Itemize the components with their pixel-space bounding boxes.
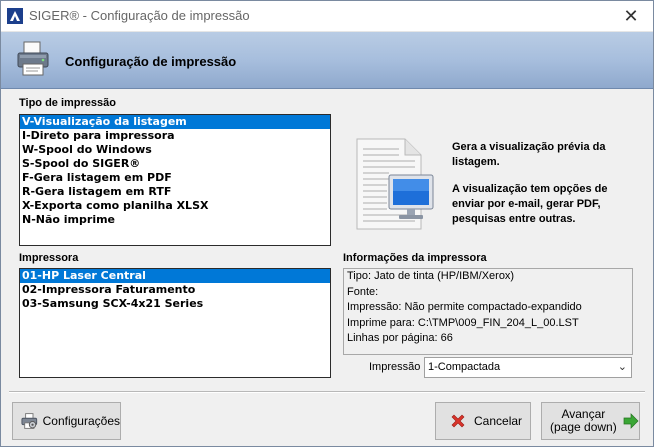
list-item[interactable]: 02-Impressora Faturamento: [20, 283, 330, 297]
impressao-label: Impressão: [369, 361, 421, 373]
description-line: pesquisas entre outras.: [452, 213, 576, 225]
list-item[interactable]: 01-HP Laser Central: [20, 269, 330, 283]
printer-info-line: Fonte:: [347, 285, 379, 298]
arrow-right-icon: [623, 413, 639, 429]
dialog-title: Configuração de impressão: [65, 54, 237, 69]
list-item[interactable]: F-Gera listagem em PDF: [20, 171, 330, 185]
divider: [9, 391, 645, 393]
cancel-button-label: Cancelar: [474, 414, 523, 428]
list-item[interactable]: S-Spool do SIGER®: [20, 157, 330, 171]
printer-label: Impressora: [19, 252, 79, 264]
list-item[interactable]: 03-Samsung SCX-4x21 Series: [20, 297, 330, 311]
impressao-select[interactable]: 1-Compactada ⌄: [424, 357, 632, 378]
settings-button[interactable]: Configurações: [12, 402, 121, 440]
description-line: A visualização tem opções de: [452, 183, 608, 195]
printer-settings-icon: [21, 413, 38, 429]
close-icon: ✕: [623, 5, 639, 26]
next-button-label: Avançar (page down): [550, 408, 617, 434]
cancel-button[interactable]: Cancelar: [435, 402, 531, 440]
printer-info-label: Informações da impressora: [343, 252, 487, 264]
printer-info-line: Impressão: Não permite compactado-expand…: [347, 301, 582, 313]
next-button-label-line2: (page down): [550, 420, 617, 434]
list-item[interactable]: N-Não imprime: [20, 213, 330, 227]
list-item[interactable]: X-Exporta como planilha XLSX: [20, 199, 330, 213]
print-config-window: SIGER® - Configuração de impressão ✕ Con…: [0, 0, 654, 447]
list-item[interactable]: V-Visualização da listagem: [20, 115, 330, 129]
printer-info-box: Tipo: Jato de tinta (HP/IBM/Xerox) Fonte…: [343, 268, 633, 355]
document-preview-icon: [356, 138, 434, 230]
print-type-listbox[interactable]: V-Visualização da listagem I-Direto para…: [19, 114, 331, 246]
description-line: enviar por e-mail, gerar PDF,: [452, 198, 601, 210]
printer-info-line: Linhas por página: 66: [347, 332, 453, 344]
list-item[interactable]: I-Direto para impressora: [20, 129, 330, 143]
dialog-header: Configuração de impressão: [1, 32, 653, 89]
window-title: SIGER® - Configuração de impressão: [29, 8, 250, 23]
title-bar: SIGER® - Configuração de impressão ✕: [1, 1, 653, 32]
list-item[interactable]: W-Spool do Windows: [20, 143, 330, 157]
impressao-value: 1-Compactada: [428, 361, 501, 373]
printer-info-line: Imprime para: C:\TMP\009_FIN_204_L_00.LS…: [347, 316, 579, 329]
next-button[interactable]: Avançar (page down): [541, 402, 640, 440]
settings-button-label: Configurações: [42, 414, 120, 428]
description-line: listagem.: [452, 156, 500, 168]
print-type-label: Tipo de impressão: [19, 97, 116, 109]
chevron-down-icon[interactable]: ⌄: [618, 360, 627, 373]
list-item[interactable]: R-Gera listagem em RTF: [20, 185, 330, 199]
printer-listbox[interactable]: 01-HP Laser Central 02-Impressora Fatura…: [19, 268, 331, 378]
description-line: Gera a visualização prévia da: [452, 141, 606, 153]
printer-info-line: Tipo: Jato de tinta (HP/IBM/Xerox): [347, 270, 515, 282]
siger-app-icon: [7, 8, 23, 24]
printer-icon: [17, 41, 49, 76]
close-button[interactable]: ✕: [609, 1, 653, 31]
cancel-x-icon: [451, 414, 465, 428]
